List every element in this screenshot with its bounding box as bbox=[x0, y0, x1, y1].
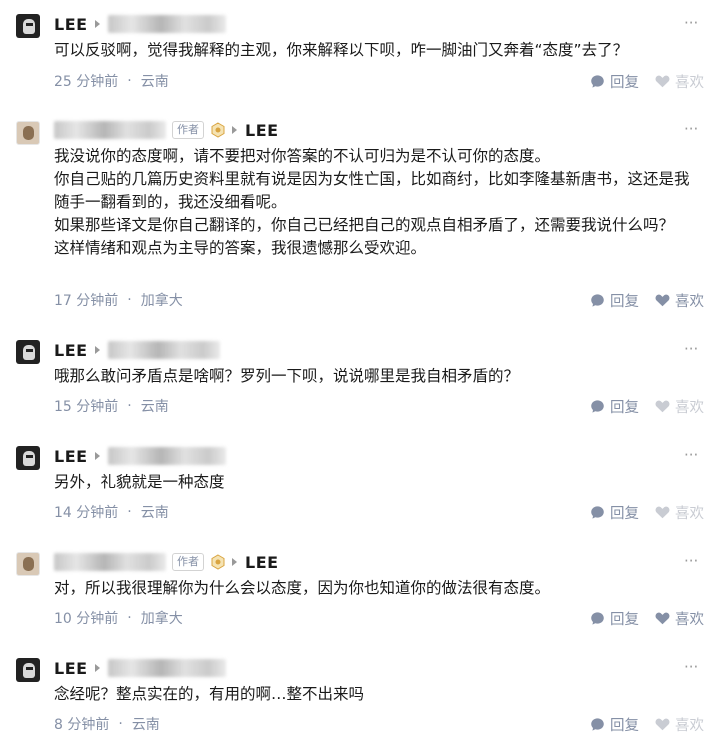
reply-button[interactable]: 回复 bbox=[590, 396, 639, 417]
reply-button[interactable]: 回复 bbox=[590, 608, 639, 629]
like-button[interactable]: 喜欢 bbox=[655, 290, 704, 311]
redacted-username bbox=[54, 553, 166, 571]
author-name[interactable]: LEE bbox=[54, 447, 88, 466]
reply-arrow-icon bbox=[232, 126, 237, 134]
comment-time: 25 分钟前 bbox=[54, 74, 119, 90]
separator-dot: · bbox=[118, 716, 123, 732]
comment-text: 哦那么敢问矛盾点是啥啊？罗列一下呗，说说哪里是我自相矛盾的？ bbox=[54, 367, 520, 385]
heart-icon bbox=[655, 400, 670, 413]
comment-time: 8 分钟前 bbox=[54, 717, 110, 733]
comment-location: 加拿大 bbox=[140, 611, 183, 627]
comment-location: 云南 bbox=[140, 399, 169, 415]
heart-icon bbox=[655, 294, 670, 307]
reply-label: 回复 bbox=[610, 611, 639, 628]
reply-label: 回复 bbox=[610, 74, 639, 91]
more-options-icon[interactable]: ··· bbox=[684, 16, 698, 34]
avatar[interactable] bbox=[16, 121, 40, 145]
reply-icon bbox=[591, 717, 604, 731]
comment-location: 云南 bbox=[140, 505, 169, 521]
like-button[interactable]: 喜欢 bbox=[655, 714, 704, 735]
separator-dot: · bbox=[127, 398, 132, 414]
redacted-username bbox=[107, 15, 226, 33]
reply-arrow-icon bbox=[94, 452, 100, 460]
like-label: 喜欢 bbox=[675, 717, 704, 734]
comment-time: 17 分钟前 bbox=[54, 293, 119, 309]
reply-arrow-icon bbox=[232, 558, 237, 566]
author-name[interactable]: LEE bbox=[54, 341, 88, 360]
more-options-icon[interactable]: ··· bbox=[684, 448, 698, 466]
like-label: 喜欢 bbox=[675, 399, 704, 416]
comment-text: 另外，礼貌就是一种态度 bbox=[54, 473, 225, 491]
comment-text: 念经呢？整点实在的，有用的啊…整不出来吗 bbox=[54, 685, 365, 703]
reply-icon bbox=[591, 293, 604, 307]
like-button[interactable]: 喜欢 bbox=[655, 608, 704, 629]
more-options-icon[interactable]: ··· bbox=[684, 554, 698, 572]
redacted-username bbox=[107, 659, 226, 677]
avatar[interactable] bbox=[16, 552, 40, 576]
heart-icon bbox=[655, 612, 670, 625]
comment-time: 14 分钟前 bbox=[54, 505, 119, 521]
comment-text: 我没说你的态度啊，请不要把对你答案的不认可归为是不认可你的态度。 你自己贴的几篇… bbox=[54, 147, 690, 257]
badge-icon bbox=[211, 554, 225, 570]
separator-dot: · bbox=[127, 292, 132, 308]
comment-location: 加拿大 bbox=[140, 293, 183, 309]
author-name[interactable]: LEE bbox=[54, 15, 88, 34]
like-button[interactable]: 喜欢 bbox=[655, 71, 704, 92]
heart-icon bbox=[655, 506, 670, 519]
reply-button[interactable]: 回复 bbox=[590, 290, 639, 311]
redacted-username bbox=[107, 341, 220, 359]
comment-location: 云南 bbox=[131, 717, 160, 733]
more-options-icon[interactable]: ··· bbox=[684, 122, 698, 140]
reply-icon bbox=[591, 611, 604, 625]
comment-location: 云南 bbox=[140, 74, 169, 90]
reply-label: 回复 bbox=[610, 717, 639, 734]
reply-button[interactable]: 回复 bbox=[590, 71, 639, 92]
like-button[interactable]: 喜欢 bbox=[655, 396, 704, 417]
author-tag: 作者 bbox=[172, 553, 204, 571]
reply-to-name[interactable]: LEE bbox=[245, 121, 279, 140]
comment-time: 15 分钟前 bbox=[54, 399, 119, 415]
like-label: 喜欢 bbox=[675, 505, 704, 522]
like-label: 喜欢 bbox=[675, 611, 704, 628]
avatar[interactable] bbox=[16, 14, 40, 38]
separator-dot: · bbox=[127, 73, 132, 89]
heart-icon bbox=[655, 75, 670, 88]
avatar[interactable] bbox=[16, 446, 40, 470]
reply-icon bbox=[591, 399, 604, 413]
reply-arrow-icon bbox=[94, 20, 100, 28]
reply-button[interactable]: 回复 bbox=[590, 502, 639, 523]
reply-arrow-icon bbox=[94, 346, 100, 354]
avatar[interactable] bbox=[16, 340, 40, 364]
comment-text: 可以反驳啊，觉得我解释的主观，你来解释以下呗，咋一脚油门又奔着“态度”去了？ bbox=[54, 41, 629, 59]
comment-text: 对，所以我很理解你为什么会以态度，因为你也知道你的做法很有态度。 bbox=[54, 579, 551, 597]
separator-dot: · bbox=[127, 504, 132, 520]
author-tag: 作者 bbox=[172, 121, 204, 139]
reply-button[interactable]: 回复 bbox=[590, 714, 639, 735]
redacted-username bbox=[54, 121, 166, 139]
reply-label: 回复 bbox=[610, 399, 639, 416]
reply-icon bbox=[591, 505, 604, 519]
reply-label: 回复 bbox=[610, 505, 639, 522]
separator-dot: · bbox=[127, 610, 132, 626]
avatar[interactable] bbox=[16, 658, 40, 682]
badge-icon bbox=[211, 122, 225, 138]
author-name[interactable]: LEE bbox=[54, 659, 88, 678]
heart-icon bbox=[655, 718, 670, 731]
like-label: 喜欢 bbox=[675, 74, 704, 91]
reply-to-name[interactable]: LEE bbox=[245, 553, 279, 572]
like-label: 喜欢 bbox=[675, 293, 704, 310]
more-options-icon[interactable]: ··· bbox=[684, 660, 698, 678]
reply-label: 回复 bbox=[610, 293, 639, 310]
reply-arrow-icon bbox=[94, 664, 100, 672]
reply-icon bbox=[591, 74, 604, 88]
more-options-icon[interactable]: ··· bbox=[684, 342, 698, 360]
comment-time: 10 分钟前 bbox=[54, 611, 119, 627]
redacted-username bbox=[107, 447, 226, 465]
like-button[interactable]: 喜欢 bbox=[655, 502, 704, 523]
